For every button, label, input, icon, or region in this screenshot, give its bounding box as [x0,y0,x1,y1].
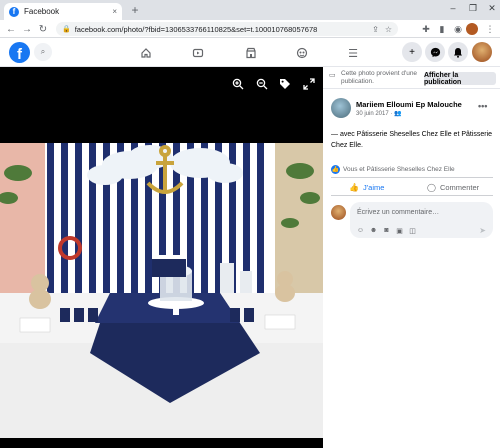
marketplace-icon[interactable] [243,45,259,61]
post-notice-icon: ▭ [329,72,336,79]
facebook-logo[interactable]: f [9,42,30,63]
facebook-header: f ⌕ ☰ + [0,38,500,67]
like-reaction-icon: 👍 [331,165,340,174]
watch-icon[interactable] [190,45,206,61]
tab-facebook[interactable]: f Facebook × [4,3,122,20]
browser-menu-icon[interactable]: ⋮ [484,23,496,35]
gif-icon[interactable]: ▣ [395,226,404,235]
emoji-icon[interactable]: ☻ [369,226,378,235]
thumbs-up-icon: 👍 [349,182,359,192]
comment-button[interactable]: ◯ Commenter [427,181,479,193]
close-window-button[interactable]: ✕ [485,0,499,16]
zoom-out-icon[interactable] [255,77,269,91]
new-tab-button[interactable]: + [128,3,142,17]
comment-label: Commenter [439,182,480,192]
bookmark-star-icon[interactable]: ☆ [385,25,392,34]
post-date[interactable]: 30 juin 2017 · 👥 [356,110,402,117]
tab-close-button[interactable]: × [112,7,117,16]
profile-icon[interactable]: ◉ [452,23,464,35]
like-button[interactable]: 👍 J'aime [349,181,384,193]
reload-icon[interactable]: ↻ [36,22,50,36]
url-text: facebook.com/photo/?fbid=130653376611082… [74,24,318,34]
party-photo [0,143,323,438]
forward-icon[interactable]: → [20,22,34,36]
more-options-icon[interactable]: ••• [478,101,487,111]
commenter-avatar [331,205,346,220]
avatar-sticker-icon[interactable]: ☺ [356,226,365,235]
post-sidebar: ▭ Cette photo provient d'une publication… [323,67,500,448]
tab-strip: f Facebook × + – ❐ ✕ [0,0,500,20]
sidebar-icon[interactable]: ▮ [436,23,448,35]
post-caption: — avec Pâtisserie Sheselles Chez Elle et… [331,131,493,149]
divider [331,195,493,196]
divider [331,177,493,178]
browser-avatar[interactable] [466,23,478,35]
photo-viewer [0,67,323,448]
author-avatar[interactable] [331,98,351,118]
lock-icon: 🔒 [62,26,71,33]
author-name[interactable]: Mariiem Elloumi Ep Malouche [356,100,462,109]
send-icon[interactable]: ➤ [479,226,486,235]
extensions-icon[interactable]: ✚ [420,23,432,35]
post-notice-text: Cette photo provient d'une publication. [341,70,418,85]
post-notice-bar: ▭ Cette photo provient d'une publication… [323,67,500,89]
like-label: J'aime [362,182,385,192]
comment-bubble-icon: ◯ [427,182,436,192]
zoom-in-icon[interactable] [231,77,245,91]
reactions-text: Vous et Pâtisserie Sheselles Chez Elle [343,166,455,173]
restore-button[interactable]: ❐ [466,0,480,16]
back-icon[interactable]: ← [4,22,18,36]
account-avatar[interactable] [472,42,492,62]
comment-placeholder: Écrivez un commentaire… [357,209,440,216]
comment-input[interactable]: Écrivez un commentaire… ☺ ☻ ◙ ▣ ◫ ➤ [350,202,493,238]
create-icon[interactable]: + [402,42,422,62]
tag-icon[interactable] [278,77,292,91]
audience-friends-icon: 👥 [394,111,402,117]
share-icon[interactable]: ⇪ [372,25,379,34]
notifications-icon[interactable] [448,42,468,62]
post-date-text: 30 juin 2017 · [356,111,393,117]
minimize-button[interactable]: – [446,0,460,16]
camera-icon[interactable]: ◙ [382,226,391,235]
address-bar[interactable]: 🔒 facebook.com/photo/?fbid=1306533766110… [56,22,398,36]
fullscreen-icon[interactable] [302,77,316,91]
search-icon[interactable]: ⌕ [34,43,52,61]
browser-toolbar: ← → ↻ 🔒 facebook.com/photo/?fbid=1306533… [0,20,500,38]
groups-icon[interactable] [294,45,310,61]
home-icon[interactable] [138,45,154,61]
menu-icon[interactable]: ☰ [345,45,361,61]
reactions-row[interactable]: 👍 Vous et Pâtisserie Sheselles Chez Elle [331,165,491,174]
comment-tools: ☺ ☻ ◙ ▣ ◫ [356,226,421,235]
show-post-button[interactable]: Afficher la publication [424,72,496,86]
sticker-icon[interactable]: ◫ [408,226,417,235]
browser-window: f Facebook × + – ❐ ✕ ← → ↻ 🔒 facebook.co… [0,0,500,448]
messenger-icon[interactable] [425,42,445,62]
tab-title: Facebook [24,7,60,16]
facebook-favicon-icon: f [9,6,19,17]
